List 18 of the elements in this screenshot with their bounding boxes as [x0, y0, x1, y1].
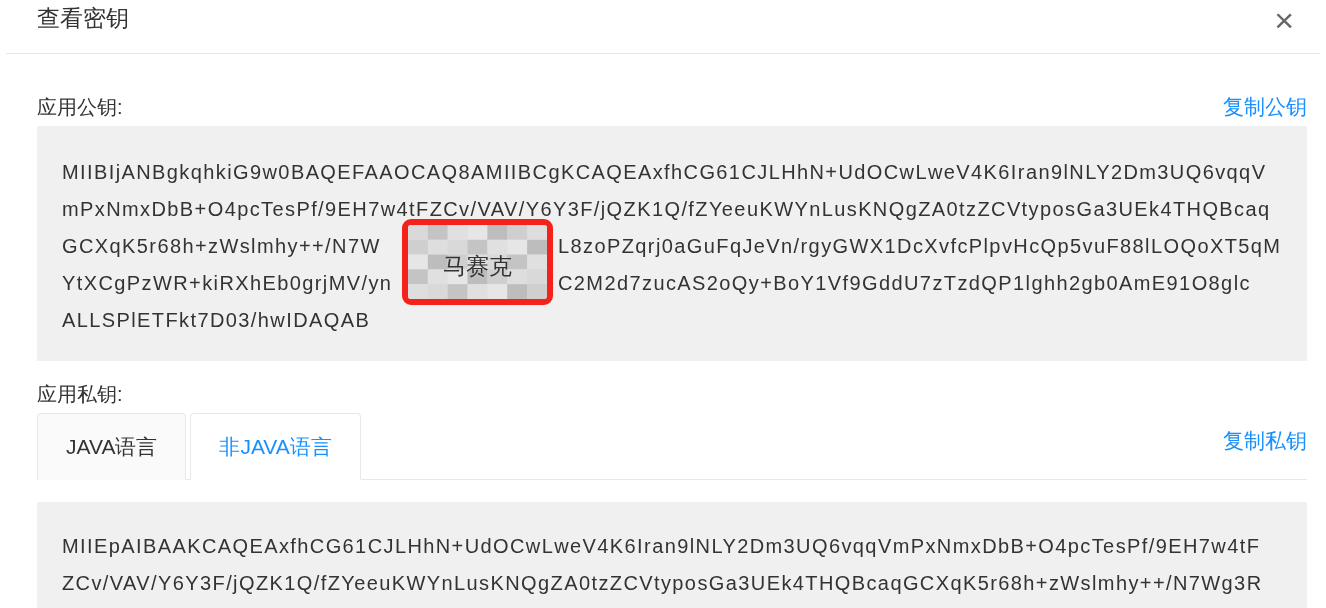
section-label: 应用公钥:	[37, 95, 123, 120]
copy-link[interactable]: 复制公钥	[1223, 93, 1307, 121]
key-text: ZCv/VAV/Y6Y3F/jQZK1Q/fZYeeuKWYnLusKNQgZA0tzZCVtyposGa3UEk4THQBcaqGCXqK5r68h+zWslmhy++/N7Wg3R	[62, 572, 1263, 595]
key-text: MIIEpAIBAAKCAQEAxfhCG61CJLHhN+UdOCwLweV4K6Iran9lNLY2Dm3UQ6vqqVmPxNmxDbB+O4pcTesPf/9EH7w4tF	[62, 535, 1261, 558]
close-button[interactable]: ×	[1274, 3, 1294, 37]
key-text: MIIBIjANBgkqhkiG9w0BAQEFAAOCAQ8AMIIBCgKCAQEAxfhCG61CJLHhN+UdOCwLweV4K6Iran9lNLY2Dm3UQ6vqqV	[62, 161, 1267, 184]
language-tab[interactable]: JAVA语言	[37, 413, 187, 480]
dialog-title: 查看密钥	[37, 4, 129, 33]
section-label: 应用私钥:	[37, 382, 123, 407]
key-text: GCXqK5r68h+zWslmhy++/N7W	[62, 235, 381, 258]
language-tab[interactable]: 非JAVA语言	[190, 413, 361, 480]
key-text: mPxNmxDbB+O4pcTesPf/9EH7w4tFZCv/VAV/Y6Y3F/jQZK1Q/fZYeeuKWYnLusKNQgZA0tzZCVtyposGa3UEk4THQBcaq	[62, 198, 1271, 221]
mosaic-label: 马赛克	[442, 252, 513, 281]
key-text: C2M2d7zucAS2oQy+BoY1Vf9GddU7zTzdQP1lghh2gb0AmE91O8glc	[558, 272, 1251, 295]
key-text: ALLSPlETFkt7D03/hwIDAQAB	[62, 309, 371, 332]
key-text: L8zoPZqrj0aGuFqJeVn/rgyGWX1DcXvfcPlpvHcQp5vuF88lLOQoXT5qM	[558, 235, 1282, 258]
copy-link[interactable]: 复制私钥	[1223, 427, 1307, 455]
key-text: YtXCgPzWR+kiRXhEb0grjMV/yn	[62, 272, 393, 295]
